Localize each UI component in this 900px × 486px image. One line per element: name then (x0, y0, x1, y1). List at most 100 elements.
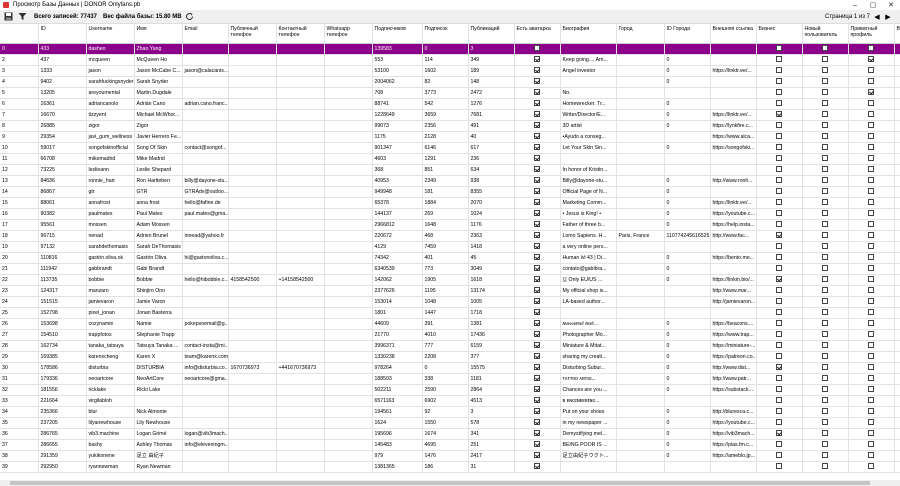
table-cell[interactable]: 0 (664, 362, 711, 374)
table-cell[interactable]: 1333 (38, 65, 87, 77)
table-cell[interactable] (514, 461, 561, 473)
table-cell[interactable] (324, 439, 373, 451)
table-cell[interactable]: 0 (664, 439, 711, 451)
table-cell[interactable]: 0 (664, 208, 711, 220)
private-profile-checkbox[interactable] (868, 199, 874, 206)
table-cell[interactable]: 99073 (372, 120, 423, 132)
table-cell[interactable] (894, 329, 900, 341)
table-cell[interactable]: 92 (422, 406, 469, 418)
table-cell[interactable] (802, 186, 849, 198)
new-user-checkbox[interactable] (822, 122, 828, 129)
table-cell[interactable] (616, 406, 665, 418)
table-cell[interactable]: logan@vib3mach... (182, 428, 229, 440)
table-cell[interactable] (848, 186, 895, 198)
table-cell[interactable]: Adrien Brunel (134, 230, 183, 242)
table-cell[interactable]: Let Your Skin Sin... (560, 142, 617, 154)
table-cell[interactable] (228, 461, 277, 473)
table-cell[interactable] (228, 87, 277, 99)
table-cell[interactable] (514, 142, 561, 154)
row-number[interactable]: 14 (0, 186, 39, 198)
table-cell[interactable] (756, 439, 803, 451)
table-cell[interactable]: manzaro (86, 285, 135, 297)
new-user-checkbox[interactable] (822, 265, 828, 272)
table-cell[interactable] (276, 252, 325, 264)
horizontal-scrollbar[interactable] (0, 480, 900, 486)
table-cell[interactable] (616, 208, 665, 220)
table-cell[interactable]: Leslie Shepard (134, 164, 183, 176)
table-cell[interactable] (324, 406, 373, 418)
has-avatar-checkbox[interactable] (534, 122, 540, 129)
business-checkbox[interactable] (776, 309, 782, 316)
table-cell[interactable]: Adam Mossen (134, 219, 183, 231)
table-cell[interactable] (756, 241, 803, 253)
table-cell[interactable]: 0 (664, 384, 711, 396)
table-cell[interactable] (802, 241, 849, 253)
table-cell[interactable] (756, 406, 803, 418)
table-cell[interactable]: 152798 (38, 307, 87, 319)
table-cell[interactable] (324, 241, 373, 253)
table-cell[interactable]: Song Of Skin (134, 142, 183, 154)
table-cell[interactable]: a very online pers... (560, 241, 617, 253)
table-cell[interactable] (324, 153, 373, 165)
table-cell[interactable] (324, 384, 373, 396)
table-cell[interactable]: Put on your shoes (560, 406, 617, 418)
table-cell[interactable] (616, 186, 665, 198)
private-profile-checkbox[interactable] (868, 89, 874, 96)
private-profile-checkbox[interactable] (868, 188, 874, 195)
table-cell[interactable] (802, 285, 849, 297)
table-cell[interactable] (514, 274, 561, 286)
table-cell[interactable] (276, 219, 325, 231)
table-cell[interactable] (802, 54, 849, 66)
row-number[interactable]: 35 (0, 417, 39, 429)
new-user-checkbox[interactable] (822, 188, 828, 195)
table-cell[interactable] (756, 252, 803, 264)
table-cell[interactable] (182, 406, 229, 418)
has-avatar-checkbox[interactable] (534, 452, 540, 459)
table-cell[interactable]: Marketing Comm... (560, 197, 617, 209)
column-header[interactable]: Подписок (422, 24, 469, 44)
business-checkbox[interactable] (776, 78, 782, 85)
table-cell[interactable] (756, 318, 803, 330)
row-number[interactable]: 19 (0, 241, 39, 253)
table-cell[interactable]: Bobbie (134, 274, 183, 286)
table-cell[interactable]: https://songofski... (710, 142, 757, 154)
table-cell[interactable] (894, 351, 900, 363)
table-cell[interactable]: lilyanewhouse (86, 417, 135, 429)
new-user-checkbox[interactable] (822, 45, 828, 52)
table-cell[interactable]: 2128 (422, 131, 469, 143)
business-checkbox[interactable] (776, 375, 782, 382)
table-cell[interactable]: 1181 (468, 373, 515, 385)
table-cell[interactable]: Keep going.... Am... (560, 54, 617, 66)
table-cell[interactable]: 1381 (468, 318, 515, 330)
table-cell[interactable] (894, 230, 900, 242)
table-cell[interactable]: 1624 (372, 417, 423, 429)
table-cell[interactable] (182, 120, 229, 132)
table-cell[interactable] (802, 461, 849, 473)
table-cell[interactable] (756, 450, 803, 462)
table-cell[interactable] (894, 252, 900, 264)
table-cell[interactable]: neoartcore (86, 373, 135, 385)
table-cell[interactable]: gabbrandt (86, 263, 135, 275)
table-cell[interactable]: hello@hibobbie.c... (182, 274, 229, 286)
table-cell[interactable]: 195696 (372, 428, 423, 440)
table-cell[interactable] (664, 43, 711, 55)
private-profile-checkbox[interactable] (868, 375, 874, 382)
table-cell[interactable]: 40 (468, 131, 515, 143)
table-cell[interactable]: 3D artist (560, 120, 617, 132)
table-cell[interactable] (848, 98, 895, 110)
table-cell[interactable] (848, 362, 895, 374)
has-avatar-checkbox[interactable] (534, 166, 540, 173)
new-user-checkbox[interactable] (822, 430, 828, 437)
table-cell[interactable]: 1602 (422, 65, 469, 77)
table-cell[interactable] (616, 98, 665, 110)
new-user-checkbox[interactable] (822, 100, 828, 107)
table-cell[interactable]: 110816 (38, 252, 87, 264)
table-cell[interactable]: innead@yahoo.fr (182, 230, 229, 242)
table-cell[interactable] (324, 120, 373, 132)
new-user-checkbox[interactable] (822, 221, 828, 228)
table-cell[interactable] (616, 153, 665, 165)
table-cell[interactable] (514, 98, 561, 110)
table-cell[interactable] (848, 307, 895, 319)
table-cell[interactable] (894, 241, 900, 253)
table-cell[interactable]: neoartcore@gma... (182, 373, 229, 385)
